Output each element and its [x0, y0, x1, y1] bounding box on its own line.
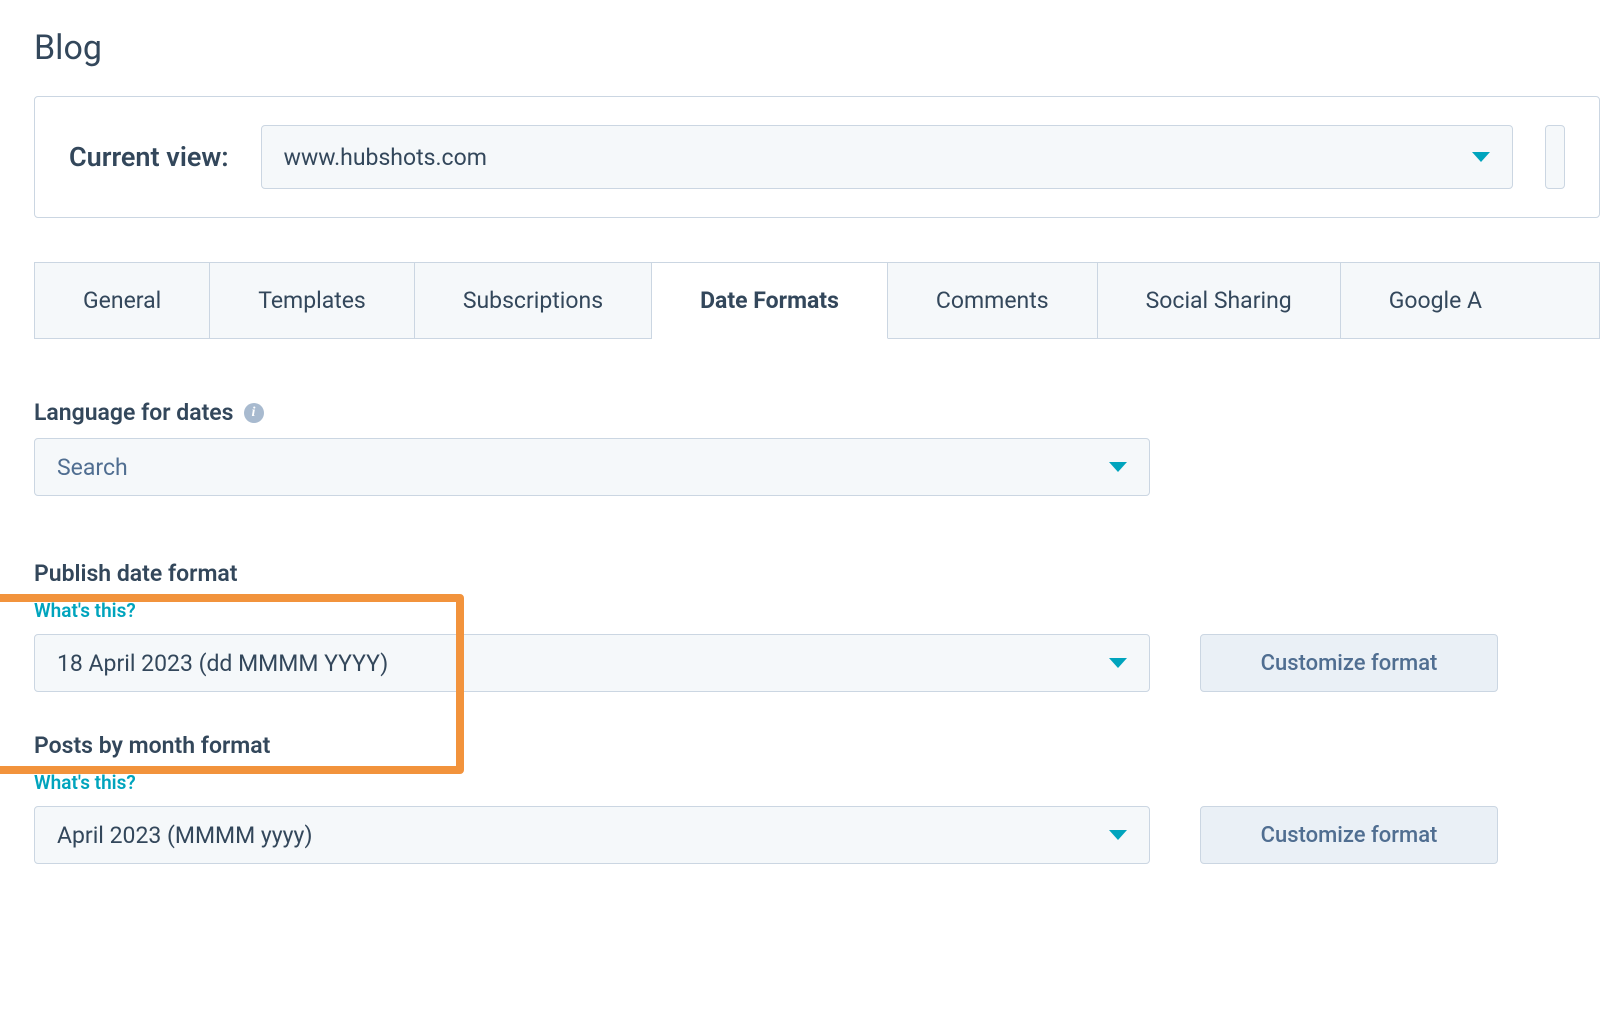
tabs: General Templates Subscriptions Date For…: [34, 262, 1600, 339]
tab-date-formats[interactable]: Date Formats: [652, 262, 888, 339]
tab-general[interactable]: General: [35, 262, 210, 338]
posts-by-month-help-link[interactable]: What's this?: [34, 771, 1600, 794]
page-title: Blog: [34, 28, 1600, 68]
current-view-panel: Current view: www.hubshots.com: [34, 96, 1600, 218]
tab-comments[interactable]: Comments: [888, 262, 1098, 338]
info-icon[interactable]: i: [244, 403, 264, 423]
chevron-down-icon: [1472, 152, 1490, 162]
language-section: Language for dates i Search: [34, 399, 1600, 496]
publish-date-label: Publish date format: [34, 560, 1600, 587]
current-view-label: Current view:: [69, 141, 229, 173]
tab-google-amp[interactable]: Google A: [1341, 262, 1600, 338]
posts-by-month-label: Posts by month format: [34, 732, 1600, 759]
current-view-select[interactable]: www.hubshots.com: [261, 125, 1513, 189]
publish-date-section: Publish date format What's this? 18 Apri…: [34, 560, 1600, 692]
customize-publish-format-button[interactable]: Customize format: [1200, 634, 1498, 692]
language-label-text: Language for dates: [34, 399, 234, 426]
tab-subscriptions[interactable]: Subscriptions: [415, 262, 652, 338]
chevron-down-icon: [1109, 830, 1127, 840]
current-view-selected: www.hubshots.com: [284, 144, 487, 171]
publish-date-selected: 18 April 2023 (dd MMMM YYYY): [57, 650, 388, 677]
customize-posts-by-month-button[interactable]: Customize format: [1200, 806, 1498, 864]
chevron-down-icon: [1109, 658, 1127, 668]
posts-by-month-select[interactable]: April 2023 (MMMM yyyy): [34, 806, 1150, 864]
tab-templates[interactable]: Templates: [210, 262, 415, 338]
posts-by-month-selected: April 2023 (MMMM yyyy): [57, 822, 312, 849]
chevron-down-icon: [1109, 462, 1127, 472]
publish-date-help-link[interactable]: What's this?: [34, 599, 1600, 622]
secondary-button[interactable]: [1545, 125, 1565, 189]
language-select[interactable]: Search: [34, 438, 1150, 496]
tab-social-sharing[interactable]: Social Sharing: [1098, 262, 1341, 338]
language-select-placeholder: Search: [57, 454, 128, 481]
posts-by-month-section: Posts by month format What's this? April…: [34, 732, 1600, 864]
language-label: Language for dates i: [34, 399, 1600, 426]
publish-date-select[interactable]: 18 April 2023 (dd MMMM YYYY): [34, 634, 1150, 692]
